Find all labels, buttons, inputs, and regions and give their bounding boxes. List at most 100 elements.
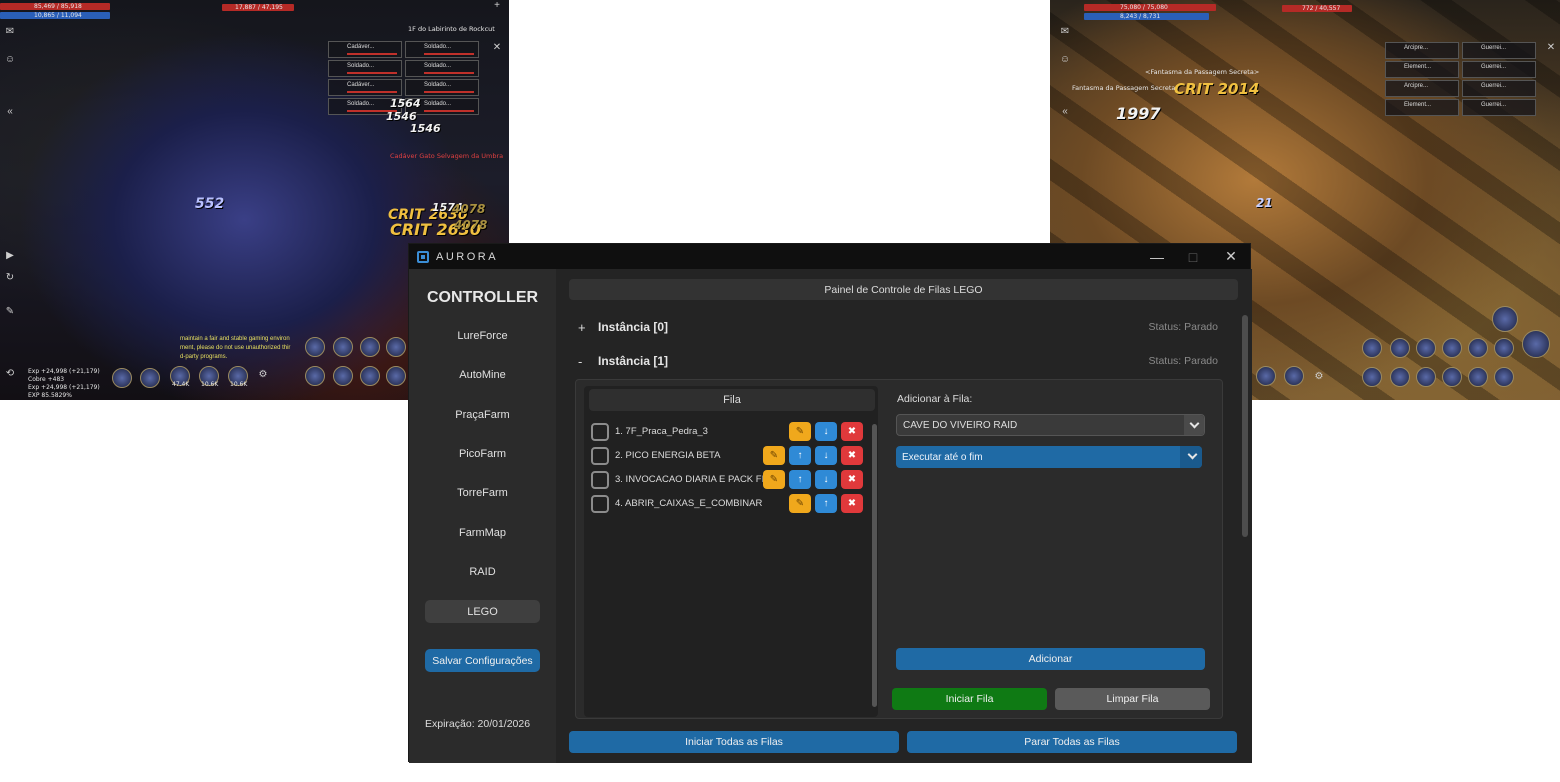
instance-row-0[interactable]: + Instância [0] Status: Parado bbox=[578, 317, 1218, 337]
party-member[interactable]: Soldado... bbox=[328, 60, 402, 77]
start-all-queues-button[interactable]: Iniciar Todas as Filas bbox=[569, 731, 899, 753]
mail-icon[interactable]: ✉ bbox=[3, 26, 17, 38]
move-down-icon[interactable]: ↓ bbox=[815, 446, 837, 465]
party-member[interactable]: Guerrei... bbox=[1462, 99, 1536, 116]
delete-icon[interactable]: ✖ bbox=[841, 446, 863, 465]
task-select[interactable]: CAVE DO VIVEIRO RAID bbox=[896, 414, 1205, 436]
sidebar-item-pracafarm[interactable]: PraçaFarm bbox=[425, 403, 540, 426]
party-member[interactable]: Soldado... bbox=[405, 41, 479, 58]
party-member[interactable]: Soldado... bbox=[405, 79, 479, 96]
sidebar-item-lego[interactable]: LEGO bbox=[425, 600, 540, 623]
skill-icon[interactable] bbox=[333, 337, 353, 357]
skill-icon[interactable] bbox=[1390, 338, 1410, 358]
party-member[interactable]: Arcipre... bbox=[1385, 80, 1459, 97]
sidebar-item-automine[interactable]: AutoMine bbox=[425, 363, 540, 386]
skill-icon[interactable] bbox=[1284, 366, 1304, 386]
party-member[interactable]: Guerrei... bbox=[1462, 42, 1536, 59]
edit-icon[interactable]: ✎ bbox=[789, 494, 811, 513]
sidebar-item-farmmap[interactable]: FarmMap bbox=[425, 521, 540, 544]
sidebar-item-picofarm[interactable]: PicoFarm bbox=[425, 442, 540, 465]
queue-item-checkbox[interactable] bbox=[591, 447, 609, 465]
party-member[interactable]: Arcipre... bbox=[1385, 42, 1459, 59]
skill-icon[interactable] bbox=[1416, 338, 1436, 358]
skill-icon[interactable] bbox=[360, 337, 380, 357]
queue-item-checkbox[interactable] bbox=[591, 495, 609, 513]
clear-queue-button[interactable]: Limpar Fila bbox=[1055, 688, 1210, 710]
friends-icon[interactable]: ☺ bbox=[1058, 54, 1072, 66]
party-member[interactable]: Guerrei... bbox=[1462, 80, 1536, 97]
party-member[interactable]: Element... bbox=[1385, 61, 1459, 78]
skill-icon[interactable] bbox=[1256, 366, 1276, 386]
maximize-button[interactable]: □ bbox=[1175, 244, 1211, 269]
edit-icon[interactable]: ✎ bbox=[763, 470, 785, 489]
skill-icon[interactable] bbox=[305, 337, 325, 357]
party-member[interactable]: Soldado... bbox=[405, 60, 479, 77]
add-button[interactable]: Adicionar bbox=[896, 648, 1205, 670]
skill-icon[interactable] bbox=[1522, 330, 1550, 358]
move-down-icon[interactable]: ↓ bbox=[815, 422, 837, 441]
sidebar-item-torrefarm[interactable]: TorreFarm bbox=[425, 481, 540, 504]
instance-row-1[interactable]: - Instância [1] Status: Parado bbox=[578, 351, 1218, 371]
move-down-icon[interactable]: ↓ bbox=[815, 470, 837, 489]
edit-icon[interactable]: ✎ bbox=[789, 422, 811, 441]
delete-icon[interactable]: ✖ bbox=[841, 494, 863, 513]
sidebar-item-lureforce[interactable]: LureForce bbox=[425, 324, 540, 347]
skill-icon[interactable] bbox=[1362, 367, 1382, 387]
main-scrollbar[interactable] bbox=[1242, 315, 1248, 537]
skill-icon[interactable] bbox=[1494, 338, 1514, 358]
collapse-icon[interactable]: « bbox=[3, 106, 17, 118]
move-up-icon[interactable]: ↑ bbox=[789, 446, 811, 465]
chevron-down-icon[interactable] bbox=[1180, 446, 1202, 468]
history-icon[interactable]: ⟲ bbox=[3, 368, 17, 380]
party-member[interactable]: Guerrei... bbox=[1462, 61, 1536, 78]
collapse-icon[interactable]: « bbox=[1058, 106, 1072, 118]
skill-icon[interactable] bbox=[1468, 338, 1488, 358]
chat-icon[interactable]: ✎ bbox=[3, 306, 17, 318]
skill-icon[interactable] bbox=[386, 337, 406, 357]
expand-toggle[interactable]: + bbox=[578, 320, 598, 335]
collapse-toggle[interactable]: - bbox=[578, 354, 598, 369]
delete-icon[interactable]: ✖ bbox=[841, 422, 863, 441]
party-member[interactable]: Cadáver... bbox=[328, 79, 402, 96]
chevron-down-icon[interactable] bbox=[1184, 415, 1204, 435]
close-icon[interactable]: ✕ bbox=[490, 42, 504, 54]
skill-icon[interactable] bbox=[386, 366, 406, 386]
gear-icon[interactable]: ⚙ bbox=[256, 369, 270, 381]
skill-icon[interactable] bbox=[1492, 306, 1518, 332]
move-up-icon[interactable]: ↑ bbox=[789, 470, 811, 489]
skill-icon[interactable] bbox=[112, 368, 132, 388]
gear-icon[interactable]: ⚙ bbox=[1312, 371, 1326, 383]
skill-icon[interactable] bbox=[1390, 367, 1410, 387]
refresh-icon[interactable]: ↻ bbox=[3, 272, 17, 284]
save-settings-button[interactable]: Salvar Configurações bbox=[425, 649, 540, 672]
video-icon[interactable]: ▶ bbox=[3, 250, 17, 262]
move-up-icon[interactable]: ↑ bbox=[815, 494, 837, 513]
skill-icon[interactable] bbox=[360, 366, 380, 386]
sidebar-item-raid[interactable]: RAID bbox=[425, 560, 540, 583]
queue-item-checkbox[interactable] bbox=[591, 471, 609, 489]
minimize-button[interactable]: — bbox=[1139, 244, 1175, 269]
skill-icon[interactable] bbox=[333, 366, 353, 386]
mode-select[interactable]: Executar até o fim bbox=[896, 446, 1202, 468]
mail-icon[interactable]: ✉ bbox=[1058, 26, 1072, 38]
skill-icon[interactable] bbox=[1442, 367, 1462, 387]
queue-item-checkbox[interactable] bbox=[591, 423, 609, 441]
skill-icon[interactable] bbox=[140, 368, 160, 388]
skill-icon[interactable] bbox=[305, 366, 325, 386]
close-button[interactable]: ✕ bbox=[1213, 244, 1249, 269]
skill-icon[interactable] bbox=[1494, 367, 1514, 387]
skill-icon[interactable] bbox=[1362, 338, 1382, 358]
start-queue-button[interactable]: Iniciar Fila bbox=[892, 688, 1047, 710]
queue-scrollbar[interactable] bbox=[872, 424, 877, 707]
skill-icon[interactable] bbox=[1442, 338, 1462, 358]
skill-icon[interactable] bbox=[1468, 367, 1488, 387]
stop-all-queues-button[interactable]: Parar Todas as Filas bbox=[907, 731, 1237, 753]
add-icon[interactable]: + bbox=[490, 0, 504, 12]
party-member[interactable]: Element... bbox=[1385, 99, 1459, 116]
close-icon[interactable]: ✕ bbox=[1544, 42, 1558, 54]
friends-icon[interactable]: ☺ bbox=[3, 54, 17, 66]
party-member[interactable]: Cadáver... bbox=[328, 41, 402, 58]
delete-icon[interactable]: ✖ bbox=[841, 470, 863, 489]
skill-icon[interactable] bbox=[1416, 367, 1436, 387]
title-bar[interactable]: AURORA — □ ✕ bbox=[409, 244, 1250, 269]
